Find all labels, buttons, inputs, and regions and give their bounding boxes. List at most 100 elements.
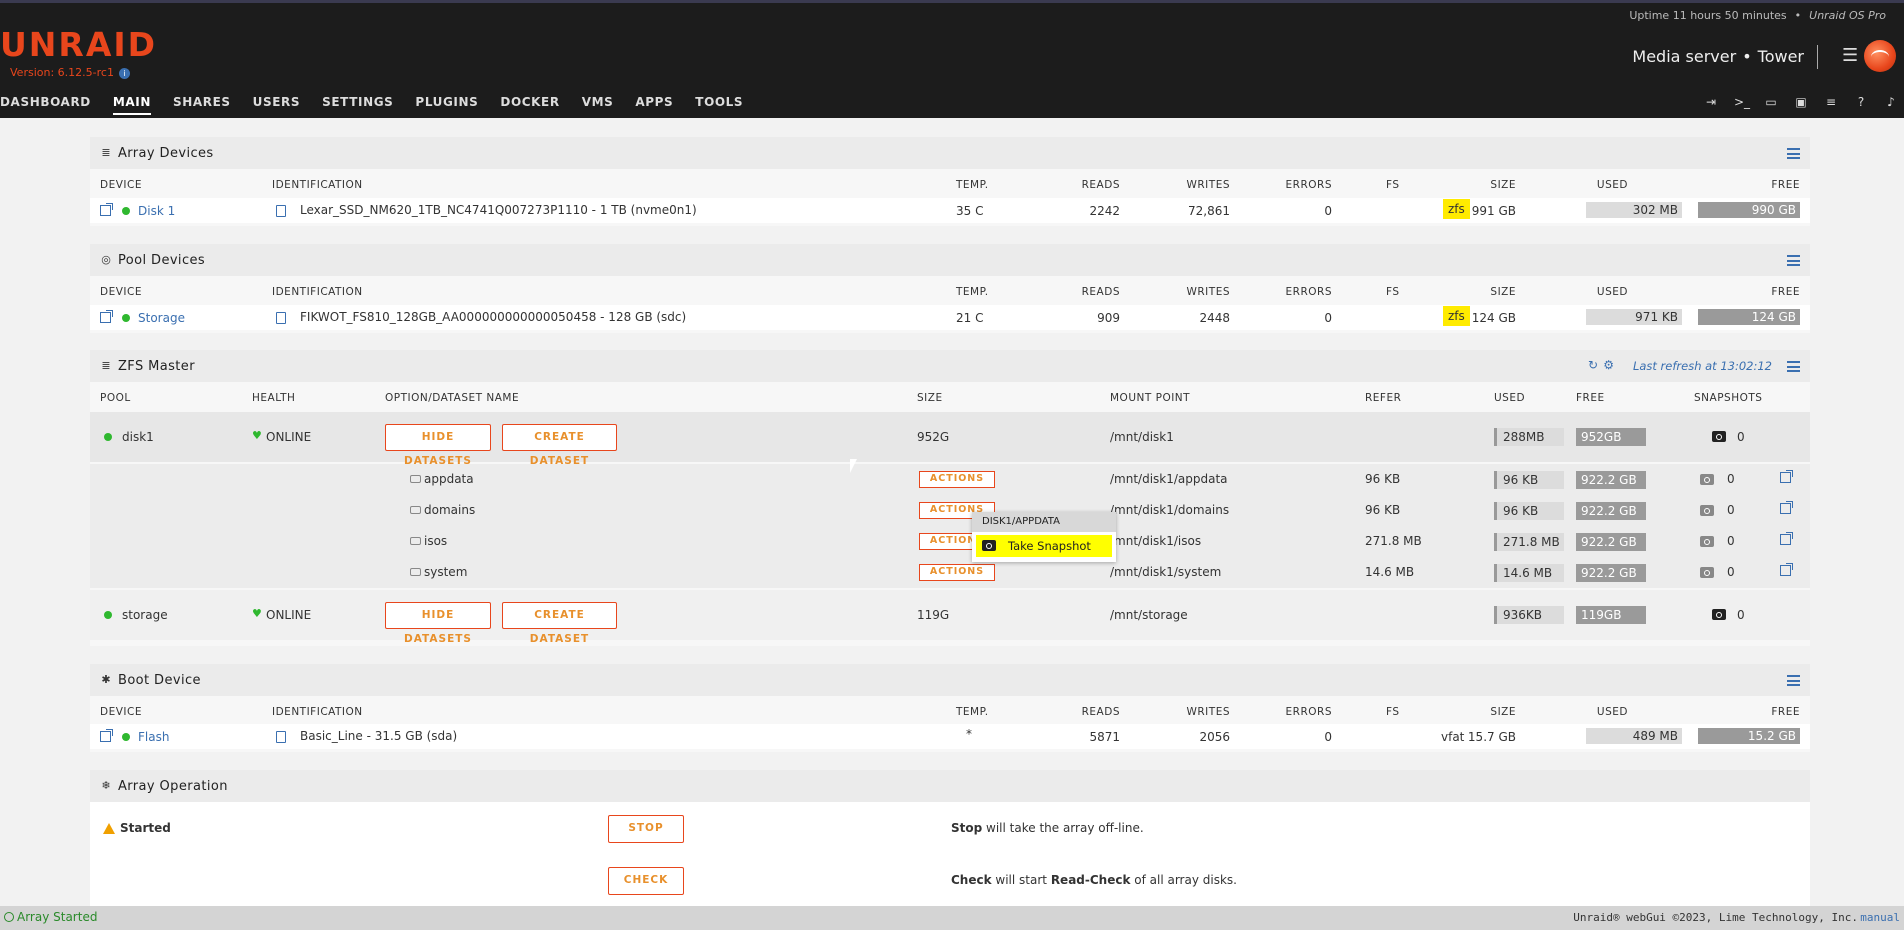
refresh-icon[interactable]: ↻ bbox=[1588, 358, 1598, 372]
terminal-icon[interactable]: >_ bbox=[1734, 95, 1750, 109]
disk-icon bbox=[276, 205, 286, 217]
dataset-refer: 271.8 MB bbox=[1365, 534, 1422, 548]
external-link-icon[interactable] bbox=[100, 203, 113, 216]
external-link-icon[interactable] bbox=[1780, 501, 1793, 514]
check-button[interactable]: CHECK bbox=[608, 867, 684, 895]
camera-icon[interactable] bbox=[1700, 474, 1714, 485]
nav-icon-bar: ⇥ >_ ▭ ▣ ≡ ? ♪ bbox=[1688, 95, 1898, 109]
take-snapshot-label: Take Snapshot bbox=[1008, 539, 1091, 553]
dataset-icon bbox=[410, 475, 421, 483]
monitor-icon[interactable]: ▣ bbox=[1794, 95, 1808, 109]
bell-icon[interactable]: ♪ bbox=[1884, 95, 1898, 109]
nav-shares[interactable]: SHARES bbox=[173, 95, 231, 115]
nav-users[interactable]: USERS bbox=[253, 95, 300, 115]
external-link-icon[interactable] bbox=[100, 310, 113, 323]
manual-link[interactable]: manual bbox=[1860, 911, 1900, 924]
free-bar: 922.2 GB bbox=[1576, 502, 1646, 520]
camera-icon[interactable] bbox=[1700, 567, 1714, 578]
col-errors: ERRORS bbox=[1285, 179, 1332, 191]
nav-tools[interactable]: TOOLS bbox=[695, 95, 743, 115]
device-link[interactable]: Storage bbox=[138, 311, 185, 325]
log-icon[interactable]: ≡ bbox=[1824, 95, 1838, 109]
create-dataset-button[interactable]: CREATE DATASET bbox=[502, 602, 617, 645]
stop-description: Stop will take the array off-line. bbox=[951, 821, 1144, 835]
nav-settings[interactable]: SETTINGS bbox=[322, 95, 393, 115]
camera-icon[interactable] bbox=[1700, 505, 1714, 516]
col-option: OPTION/DATASET NAME bbox=[385, 392, 520, 404]
separator-dot: • bbox=[1742, 47, 1752, 66]
free-bar: 922.2 GB bbox=[1576, 471, 1646, 489]
col-free: FREE bbox=[1771, 286, 1800, 298]
hamburger-menu-icon[interactable]: ☰ bbox=[1842, 47, 1860, 65]
camera-icon[interactable] bbox=[1700, 536, 1714, 547]
unraid-logo[interactable]: UNRAID bbox=[0, 25, 157, 64]
col-temp: TEMP. bbox=[956, 286, 989, 298]
camera-icon[interactable] bbox=[1712, 609, 1726, 620]
temp: 21 C bbox=[956, 311, 984, 325]
dataset-mount: /mnt/disk1/domains bbox=[1110, 503, 1230, 517]
dataset-icon bbox=[410, 568, 421, 576]
logout-icon[interactable]: ⇥ bbox=[1704, 95, 1718, 109]
user-avatar[interactable] bbox=[1864, 40, 1896, 72]
info-icon[interactable]: i bbox=[118, 67, 130, 79]
device-link[interactable]: Flash bbox=[138, 730, 169, 744]
free-bar: 990 GB bbox=[1698, 202, 1800, 218]
hide-datasets-button[interactable]: HIDE DATASETS bbox=[385, 424, 491, 467]
array-operation-panel: ❄ Array Operation Started STOP Stop will… bbox=[90, 770, 1810, 906]
col-refer: REFER bbox=[1365, 392, 1402, 404]
external-link-icon[interactable] bbox=[1780, 470, 1793, 483]
list-view-icon[interactable] bbox=[1787, 255, 1800, 266]
table-header: DEVICE IDENTIFICATION TEMP. READS WRITES… bbox=[90, 171, 1810, 199]
used-bar: 936KB bbox=[1494, 606, 1564, 624]
col-reads: READS bbox=[1081, 179, 1120, 191]
nav-main[interactable]: MAIN bbox=[112, 95, 151, 115]
feedback-icon[interactable]: ▭ bbox=[1764, 95, 1778, 109]
dataset-refer: 96 KB bbox=[1365, 503, 1401, 517]
camera-icon[interactable] bbox=[1712, 431, 1726, 442]
dataset-refer: 14.6 MB bbox=[1365, 565, 1415, 579]
identification: FIKWOT_FS810_128GB_AA000000000000050458 … bbox=[300, 310, 687, 324]
size: 15.7 GB bbox=[1467, 730, 1516, 744]
nav-vms[interactable]: VMS bbox=[582, 95, 614, 115]
free-bar: 124 GB bbox=[1698, 309, 1800, 325]
identification: Basic_Line - 31.5 GB (sda) bbox=[300, 729, 458, 743]
dataset-name: system bbox=[424, 565, 468, 579]
device-link[interactable]: Disk 1 bbox=[138, 204, 175, 218]
external-link-icon[interactable] bbox=[1780, 532, 1793, 545]
hide-datasets-button[interactable]: HIDE DATASETS bbox=[385, 602, 491, 645]
reads: 5871 bbox=[1089, 730, 1120, 744]
snapshot-count: 0 bbox=[1737, 430, 1745, 444]
check-desc-mid: will start bbox=[991, 873, 1051, 887]
stop-desc-bold: Stop bbox=[951, 821, 983, 835]
writes: 2056 bbox=[1199, 730, 1230, 744]
list-view-icon[interactable] bbox=[1787, 675, 1800, 686]
used-bar: 489 MB bbox=[1586, 728, 1682, 744]
used-bar: 288MB bbox=[1494, 428, 1564, 446]
warning-icon bbox=[103, 823, 115, 834]
help-icon[interactable]: ? bbox=[1854, 95, 1868, 109]
nav-apps[interactable]: APPS bbox=[635, 95, 673, 115]
nav-docker[interactable]: DOCKER bbox=[500, 95, 559, 115]
nav-plugins[interactable]: PLUGINS bbox=[415, 95, 478, 115]
camera-icon bbox=[982, 540, 996, 551]
actions-button[interactable]: ACTIONS bbox=[919, 471, 995, 488]
gear-icon[interactable]: ⚙ bbox=[1603, 358, 1614, 372]
col-used: USED bbox=[1596, 286, 1628, 298]
list-view-icon[interactable] bbox=[1787, 148, 1800, 159]
external-link-icon[interactable] bbox=[100, 729, 113, 742]
snapshot-count: 0 bbox=[1737, 608, 1745, 622]
external-link-icon[interactable] bbox=[1780, 563, 1793, 576]
dataset-row: system ACTIONS /mnt/disk1/system 14.6 MB… bbox=[90, 557, 1810, 588]
header-divider bbox=[1817, 45, 1818, 69]
create-dataset-button[interactable]: CREATE DATASET bbox=[502, 424, 617, 467]
list-view-icon[interactable] bbox=[1787, 361, 1800, 372]
dataset-mount: /mnt/disk1/isos bbox=[1110, 534, 1202, 548]
reads: 909 bbox=[1097, 311, 1120, 325]
actions-button[interactable]: ACTIONS bbox=[919, 564, 995, 581]
stop-button[interactable]: STOP bbox=[608, 815, 684, 843]
take-snapshot-menu-item[interactable]: Take Snapshot bbox=[976, 535, 1112, 557]
table-row: Disk 1 Lexar_SSD_NM620_1TB_NC4741Q007273… bbox=[90, 198, 1810, 223]
stop-row: Started STOP Stop will take the array of… bbox=[90, 802, 1810, 856]
col-free: FREE bbox=[1576, 392, 1605, 404]
nav-dashboard[interactable]: DASHBOARD bbox=[0, 95, 91, 115]
